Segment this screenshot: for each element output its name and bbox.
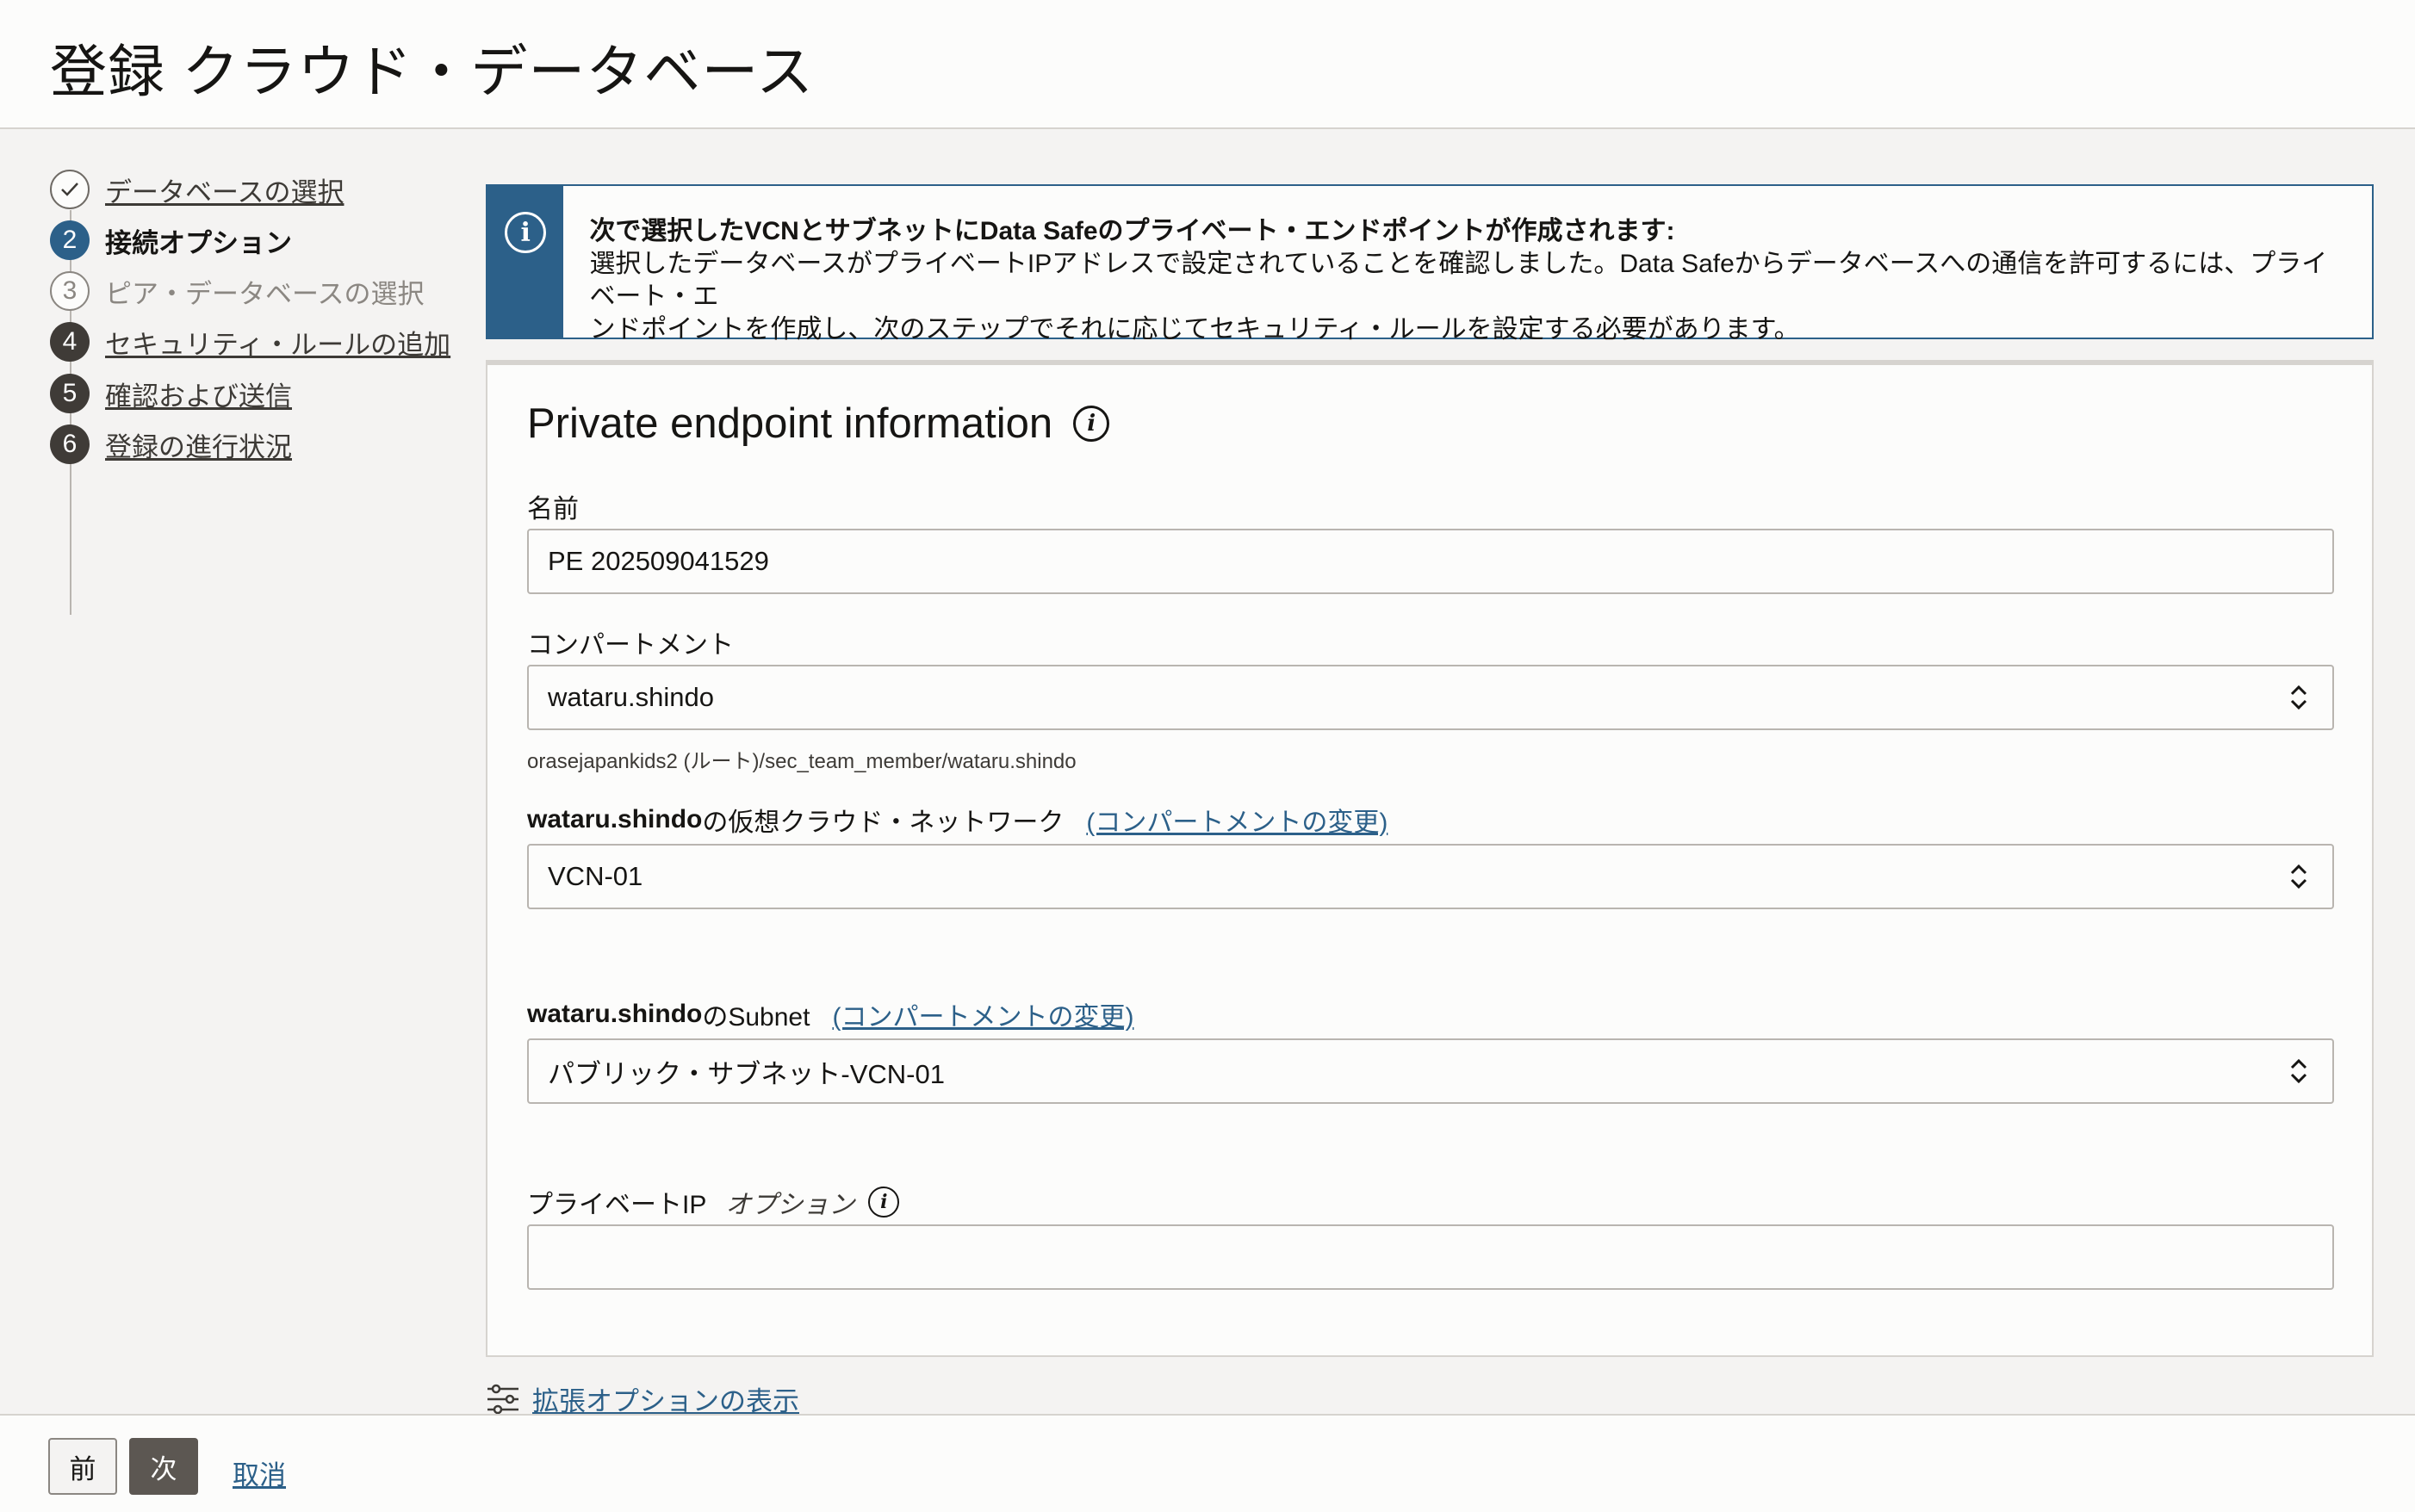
- info-icon: i: [505, 212, 547, 253]
- private-ip-label-text: プライベートIP: [527, 1191, 707, 1219]
- subnet-label-compartment: wataru.shindo: [527, 1000, 703, 1028]
- step-label[interactable]: セキュリティ・ルールの追加: [105, 323, 450, 362]
- step-number: 4: [50, 322, 90, 362]
- compartment-path: orasejapankids2 (ルート)/sec_team_member/wa…: [527, 750, 1077, 773]
- page-header: 登録 クラウド・データベース: [0, 0, 2415, 129]
- chevron-up-down-icon: [2290, 864, 2307, 889]
- page-title: 登録 クラウド・データベース: [50, 40, 815, 103]
- checkmark-icon: [50, 170, 90, 209]
- name-input[interactable]: PE 202509041529: [527, 529, 2334, 594]
- step-select-database[interactable]: データベースの選択: [50, 169, 344, 210]
- show-advanced-options-link[interactable]: 拡張オプションの表示: [486, 1379, 799, 1418]
- banner-line-1: 選択したデータベースがプライベートIPアドレスで設定されていることを確認しました…: [589, 250, 2328, 311]
- step-registration-progress[interactable]: 6 登録の進行状況: [50, 424, 292, 465]
- step-review-submit[interactable]: 5 確認および送信: [50, 373, 292, 414]
- step-label: ピア・データベースの選択: [105, 278, 425, 309]
- cancel-link[interactable]: 取消: [233, 1453, 286, 1492]
- banner-text: 次で選択したVCNとサブネットにData Safeのプライベート・エンドポイント…: [563, 186, 2372, 344]
- subnet-label: wataru.shindo のSubnet (コンパートメントの変更): [527, 995, 1133, 1033]
- advanced-options-label[interactable]: 拡張オプションの表示: [532, 1379, 799, 1418]
- step-number: 2: [50, 220, 90, 260]
- compartment-select[interactable]: wataru.shindo: [527, 665, 2334, 730]
- subnet-value: パブリック・サブネット-VCN-01: [548, 1058, 945, 1089]
- sliders-icon: [487, 1384, 518, 1414]
- vcn-select[interactable]: VCN-01: [527, 844, 2334, 909]
- info-icon[interactable]: i: [868, 1187, 900, 1218]
- vcn-value: VCN-01: [548, 861, 643, 891]
- banner-title: 次で選択したVCNとサブネットにData Safeのプライベート・エンドポイント…: [589, 217, 1675, 245]
- subnet-label-text: のSubnet: [702, 1003, 810, 1032]
- previous-button[interactable]: 前: [48, 1438, 117, 1495]
- step-label[interactable]: 登録の進行状況: [105, 425, 292, 464]
- step-number: 5: [50, 374, 90, 413]
- banner-line-2: ンドポイントを作成し、次のステップでそれに応じてセキュリティ・ルールを設定する必…: [589, 315, 1800, 344]
- wizard-footer: 前 次 取消: [0, 1414, 2415, 1512]
- private-ip-label: プライベートIP オプション i: [527, 1183, 900, 1221]
- chevron-up-down-icon: [2290, 685, 2307, 710]
- vcn-label: wataru.shindo の仮想クラウド・ネットワーク (コンパートメントの変…: [527, 801, 1388, 839]
- compartment-label: コンパートメント: [527, 631, 734, 660]
- vcn-label-text: の仮想クラウド・ネットワーク: [702, 809, 1065, 837]
- step-number: 6: [50, 424, 90, 464]
- panel-title-text: Private endpoint information: [527, 400, 1053, 447]
- private-ip-input[interactable]: [527, 1224, 2334, 1290]
- change-compartment-link-vcn[interactable]: (コンパートメントの変更): [1086, 801, 1388, 839]
- change-compartment-link-subnet[interactable]: (コンパートメントの変更): [832, 995, 1133, 1033]
- step-connection-options: 2 接続オプション: [50, 220, 292, 261]
- step-number: 3: [50, 271, 90, 311]
- step-select-peer-database: 3 ピア・データベースの選択: [50, 270, 424, 312]
- subnet-select[interactable]: パブリック・サブネット-VCN-01: [527, 1038, 2334, 1104]
- optional-tag: オプション: [725, 1191, 855, 1219]
- step-label[interactable]: 確認および送信: [105, 375, 292, 413]
- info-banner: i 次で選択したVCNとサブネットにData Safeのプライベート・エンドポイ…: [486, 184, 2374, 344]
- step-label[interactable]: データベースの選択: [105, 170, 344, 209]
- vcn-label-compartment: wataru.shindo: [527, 805, 703, 833]
- chevron-up-down-icon: [2290, 1058, 2307, 1084]
- panel-title: Private endpoint information i: [527, 400, 1110, 448]
- step-add-security-rules[interactable]: 4 セキュリティ・ルールの追加: [50, 321, 450, 363]
- banner-icon-bar: i: [487, 186, 564, 338]
- info-icon[interactable]: i: [1073, 406, 1110, 442]
- name-label: 名前: [527, 495, 579, 524]
- compartment-value: wataru.shindo: [548, 682, 715, 712]
- private-endpoint-panel: Private endpoint information i 名前 PE 202…: [486, 360, 2374, 1357]
- next-button[interactable]: 次: [129, 1438, 198, 1495]
- step-label: 接続オプション: [105, 227, 292, 258]
